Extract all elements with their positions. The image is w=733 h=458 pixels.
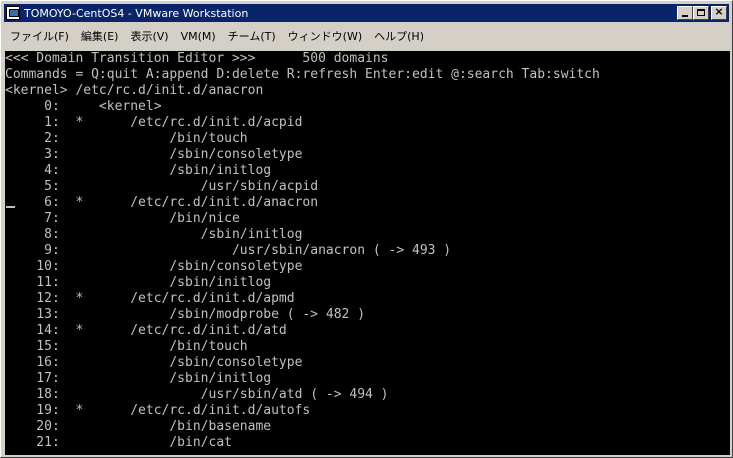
vmware-app-icon[interactable] (6, 6, 20, 20)
text-cursor (6, 206, 15, 208)
current-domain-line: <kernel> /etc/rc.d/init.d/anacron (5, 83, 264, 98)
domain-row[interactable]: 7: /bin/nice (5, 211, 730, 227)
domain-row[interactable]: 18: /usr/sbin/atd ( -> 494 ) (5, 387, 730, 403)
window-title: TOMOYO-CentOS4 - VMware Workstation (24, 6, 249, 20)
menu-window[interactable]: ウィンドウ(W) (282, 28, 368, 44)
menu-view[interactable]: 表示(V) (124, 28, 174, 44)
domain-row[interactable]: 13: /sbin/modprobe ( -> 482 ) (5, 307, 730, 323)
menu-edit[interactable]: 編集(E) (75, 28, 125, 44)
editor-header: <<< Domain Transition Editor >>> 500 dom… (5, 51, 389, 66)
close-button[interactable]: × (711, 5, 727, 20)
maximize-icon (697, 9, 705, 16)
domain-row[interactable]: 12: * /etc/rc.d/init.d/apmd (5, 291, 730, 307)
domain-row[interactable]: 19: * /etc/rc.d/init.d/autofs (5, 403, 730, 419)
domain-row[interactable]: 21: /bin/cat (5, 435, 730, 451)
domain-row[interactable]: 3: /sbin/consoletype (5, 147, 730, 163)
minimize-icon (682, 15, 688, 17)
maximize-button[interactable] (693, 6, 709, 20)
minimize-button[interactable] (677, 6, 693, 20)
window-controls: × (677, 5, 727, 20)
menu-bar: ファイル(F) 編集(E) 表示(V) VM(M) チーム(T) ウィンドウ(W… (4, 25, 729, 47)
domain-row[interactable]: 10: /sbin/consoletype (5, 259, 730, 275)
menu-help[interactable]: ヘルプ(H) (368, 28, 430, 44)
close-icon: × (714, 5, 724, 18)
domain-row[interactable]: 17: /sbin/initlog (5, 371, 730, 387)
commands-line: Commands = Q:quit A:append D:delete R:re… (5, 67, 600, 82)
title-bar[interactable]: TOMOYO-CentOS4 - VMware Workstation × (4, 4, 729, 22)
menu-team[interactable]: チーム(T) (222, 28, 282, 44)
domain-row[interactable]: 0: <kernel> (5, 99, 730, 115)
domain-row[interactable]: 8: /sbin/initlog (5, 227, 730, 243)
domain-row[interactable]: 5: /usr/sbin/acpid (5, 179, 730, 195)
domain-row[interactable]: 15: /bin/touch (5, 339, 730, 355)
menu-file[interactable]: ファイル(F) (4, 28, 75, 44)
domain-row[interactable]: 2: /bin/touch (5, 131, 730, 147)
domain-row[interactable]: 6: * /etc/rc.d/init.d/anacron (5, 195, 730, 211)
domain-row[interactable]: 20: /bin/basename (5, 419, 730, 435)
domain-row[interactable]: 11: /sbin/initlog (5, 275, 730, 291)
domain-row[interactable]: 14: * /etc/rc.d/init.d/atd (5, 323, 730, 339)
domain-row[interactable]: 4: /sbin/initlog (5, 163, 730, 179)
vmware-window: TOMOYO-CentOS4 - VMware Workstation × ファ… (0, 0, 733, 458)
vm-console[interactable]: <<< Domain Transition Editor >>> 500 dom… (5, 51, 730, 455)
menu-vm[interactable]: VM(M) (175, 30, 222, 43)
domain-row[interactable]: 9: /usr/sbin/anacron ( -> 493 ) (5, 243, 730, 259)
domain-row[interactable]: 16: /sbin/consoletype (5, 355, 730, 371)
domain-row[interactable]: 1: * /etc/rc.d/init.d/acpid (5, 115, 730, 131)
